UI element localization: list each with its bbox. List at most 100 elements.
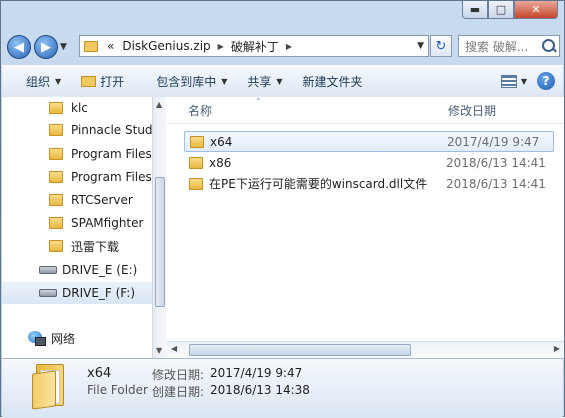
details-modified-label: 修改日期: (152, 368, 205, 382)
file-row[interactable]: x86 2018/6/13 14:41 (184, 152, 554, 173)
navigation-pane: klc Pinnacle Studio Program Files Program F… (2, 97, 153, 358)
chevron-down-icon[interactable]: ▼ (521, 77, 527, 86)
arrow-left-icon: ◀ (14, 39, 24, 55)
open-folder-icon (81, 76, 97, 87)
folder-large-icon (30, 364, 66, 410)
window-controls: ▬ □ ✕ (462, 1, 558, 21)
new-folder-label: 新建文件夹 (302, 75, 363, 89)
sidebar-item-drive[interactable]: DRIVE_E (E:) (2, 259, 152, 281)
details-pane: x64 File Folder 修改日期: 2017/4/19 9:47 创建日… (2, 358, 563, 418)
sidebar-item-label: klc (71, 101, 88, 115)
chevron-down-icon: ▼ (276, 77, 283, 86)
details-modified-value: 2017/4/19 9:47 (210, 366, 303, 380)
sidebar-item-folder[interactable]: Program Files (2, 166, 152, 188)
maximize-button[interactable]: □ (488, 1, 514, 19)
sidebar-item-label: Pinnacle Studio (71, 123, 152, 137)
breadcrumb-separator-icon[interactable]: ▶ (218, 42, 224, 51)
folder-icon (84, 40, 98, 52)
help-icon[interactable]: ? (537, 72, 555, 90)
recent-pages-dropdown[interactable]: ▼ (60, 42, 67, 52)
breadcrumb-overflow[interactable]: « (107, 39, 114, 53)
sidebar-item-label: DRIVE_E (E:) (62, 263, 138, 277)
search-icon (542, 39, 555, 52)
sidebar-item-label: SPAMfighter (71, 216, 144, 230)
scroll-down-icon[interactable]: ▼ (156, 346, 162, 355)
close-button[interactable]: ✕ (514, 1, 558, 19)
address-bar[interactable]: « DiskGenius.zip ▶ 破解补丁 ▶ ▼ (79, 35, 429, 57)
view-options-icon[interactable] (500, 74, 517, 88)
navigation-pane-scrollbar[interactable]: ▲ ▼ (152, 97, 167, 358)
sidebar-item-folder[interactable]: Pinnacle Studio (2, 119, 152, 141)
file-modified-date: 2018/6/13 14:41 (446, 155, 546, 170)
explorer-window: ▬ □ ✕ ◀ ▶ ▼ « DiskGenius.zip ▶ 破解补丁 ▶ ▼ … (0, 0, 565, 418)
forward-button[interactable]: ▶ (34, 35, 58, 59)
organize-label: 组织 (26, 75, 51, 89)
column-name-header[interactable]: 名称 (188, 102, 212, 119)
navigation-bar: ◀ ▶ ▼ « DiskGenius.zip ▶ 破解补丁 ▶ ▼ ↻ 搜索 破… (7, 34, 560, 60)
scroll-up-icon[interactable]: ▲ (156, 100, 162, 109)
folder-icon (49, 148, 63, 160)
details-item-type: File Folder (87, 383, 148, 397)
folder-icon (49, 217, 63, 229)
details-created-label: 创建日期: (152, 385, 205, 399)
sidebar-item-label: 迅雷下载 (71, 239, 120, 254)
file-list: ⌃ 名称 修改日期 x64 2017/4/19 9:47 x86 2018/6/13 … (167, 97, 564, 358)
sidebar-item-folder[interactable]: Program Files (2, 143, 152, 165)
scrollbar-thumb[interactable] (155, 177, 165, 307)
open-button[interactable]: 打开 (71, 66, 134, 97)
horizontal-scrollbar[interactable]: ◀ ▶ (167, 341, 564, 358)
file-row[interactable]: x64 2017/4/19 9:47 (184, 131, 554, 152)
organize-button[interactable]: 组织 ▼ (2, 66, 71, 97)
breadcrumb-separator-icon[interactable]: ▶ (286, 42, 292, 51)
share-label: 共享 (247, 75, 272, 89)
chevron-down-icon: ▼ (221, 77, 228, 86)
column-modified-header[interactable]: 修改日期 (448, 102, 496, 119)
scroll-right-icon[interactable]: ▶ (554, 344, 560, 353)
scrollbar-thumb[interactable] (189, 344, 411, 356)
file-row[interactable]: 在PE下运行可能需要的winscard.dll文件 2018/6/13 14:41 (184, 173, 554, 194)
sidebar-item-folder[interactable]: 迅雷下载 (2, 235, 152, 257)
include-in-library-button[interactable]: 包含到库中 ▼ (134, 66, 237, 97)
back-button[interactable]: ◀ (7, 35, 31, 59)
command-bar: 组织 ▼ 打开 包含到库中 ▼ 共享 ▼ 新建文件夹 ▼ ? (2, 65, 563, 98)
share-button[interactable]: 共享 ▼ (237, 66, 292, 97)
search-placeholder: 搜索 破解... (465, 39, 529, 54)
address-dropdown-icon[interactable]: ▼ (417, 41, 424, 51)
details-item-name: x64 (87, 366, 112, 381)
sidebar-item-network[interactable]: 网络 (2, 327, 152, 349)
file-modified-date: 2018/6/13 14:41 (446, 176, 546, 191)
breadcrumb-patch-folder[interactable]: 破解补丁 (231, 38, 279, 55)
sidebar-item-folder[interactable]: RTCServer (2, 189, 152, 211)
sidebar-item-label: Program Files (71, 147, 152, 161)
file-name: x86 (209, 155, 232, 170)
sidebar-item-label: DRIVE_F (F:) (62, 286, 136, 300)
breadcrumb-diskgenius-zip[interactable]: DiskGenius.zip (122, 39, 210, 53)
scroll-left-icon[interactable]: ◀ (171, 344, 177, 353)
search-input[interactable]: 搜索 破解... (458, 35, 560, 57)
refresh-icon: ↻ (435, 38, 447, 54)
details-created-value: 2018/6/13 14:38 (210, 383, 310, 397)
drive-icon (39, 289, 57, 297)
folder-icon (49, 194, 63, 206)
sidebar-item-label: Program Files (71, 170, 152, 184)
sidebar-item-label: RTCServer (71, 193, 133, 207)
new-folder-button[interactable]: 新建文件夹 (293, 66, 373, 97)
folder-icon (190, 135, 204, 148)
refresh-button[interactable]: ↻ (430, 35, 452, 57)
file-modified-date: 2017/4/19 9:47 (447, 134, 540, 149)
toolbar-right: ▼ ? (500, 72, 555, 90)
folder-icon (189, 177, 203, 190)
open-label: 打开 (100, 75, 125, 89)
drive-icon (39, 266, 57, 274)
sidebar-item-folder[interactable]: klc (2, 97, 152, 119)
folder-icon (49, 171, 63, 183)
arrow-right-icon: ▶ (41, 39, 51, 55)
folder-icon (49, 240, 63, 252)
sidebar-item-drive[interactable]: DRIVE_F (F:) (2, 282, 152, 304)
column-header: ⌃ 名称 修改日期 (167, 97, 564, 124)
sort-indicator-icon: ⌃ (255, 97, 262, 106)
folder-icon (49, 124, 63, 136)
file-name: x64 (210, 134, 233, 149)
sidebar-item-folder[interactable]: SPAMfighter (2, 212, 152, 234)
minimize-button[interactable]: ▬ (462, 1, 488, 19)
